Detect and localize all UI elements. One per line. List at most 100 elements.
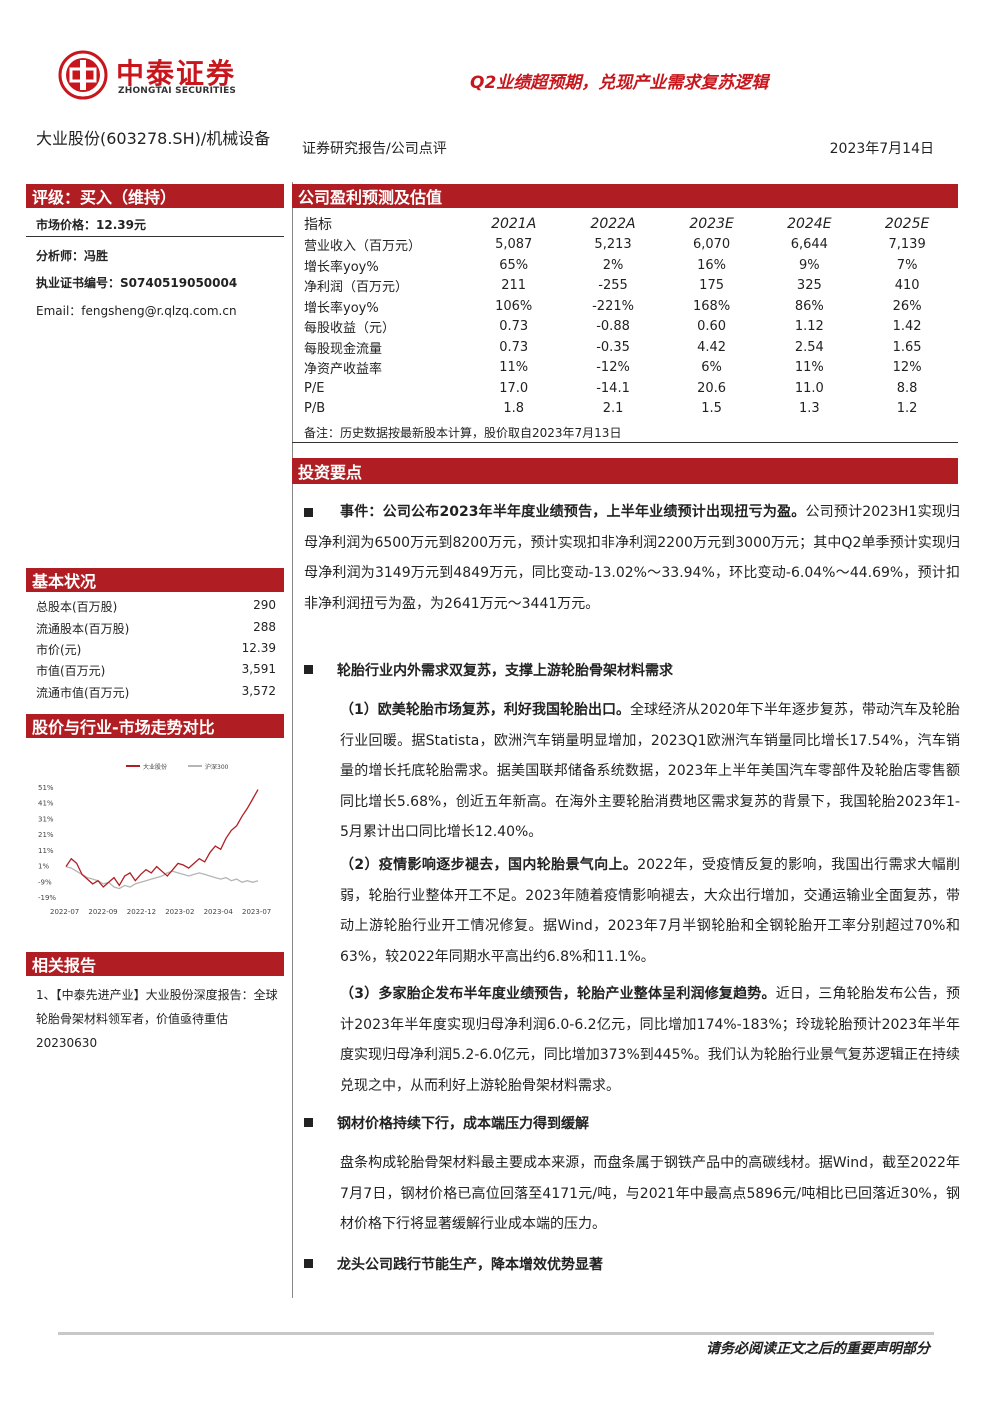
table-cell: 5,213	[594, 237, 632, 253]
paragraph-lead: （1）欧美轮胎市场复苏，利好我国轮胎出口。	[340, 702, 631, 718]
logo-mark-icon	[58, 50, 108, 100]
legend-label: 沪深300	[205, 763, 229, 771]
table-header-cell: 2024E	[787, 216, 832, 233]
section-heading: 龙头公司践行节能生产，降本增效优势显著	[304, 1254, 603, 1274]
table-header-cell: 2022A	[590, 216, 636, 233]
table-cell: 1.5	[701, 401, 722, 417]
analyst-name: 分析师：冯胜	[36, 249, 109, 263]
table-cell: 211	[501, 278, 527, 294]
basic-row: 市价(元) 12.39	[36, 641, 276, 658]
forecast-title: 公司盈利预测及估值	[298, 188, 443, 207]
table-row: 增长率yoy% 106% -221% 168% 86% 26%	[304, 296, 956, 317]
table-cell: 2.1	[602, 401, 624, 417]
x-tick-label: 2022-09	[88, 908, 117, 916]
basic-header: 基本状况	[26, 568, 284, 592]
bullet-square-icon	[304, 1118, 313, 1127]
table-cell: 1.12	[794, 319, 824, 335]
price-chart-title: 股价与行业-市场走势对比	[32, 718, 215, 737]
market-price: 市场价格：12.39元	[36, 218, 146, 232]
table-cell: 0.73	[499, 339, 529, 355]
table-row: 增长率yoy% 65% 2% 16% 9% 7%	[304, 255, 956, 276]
table-cell: 6,644	[790, 237, 828, 253]
bullet-square-icon	[304, 508, 313, 517]
table-cell: 168%	[693, 298, 731, 314]
section-heading: 轮胎行业内外需求双复苏，支撑上游轮胎骨架材料需求	[304, 660, 673, 680]
table-body: 营业收入（百万元） 5,087 5,213 6,070 6,644 7,139 增长率yoy…	[304, 235, 956, 420]
related-report-item[interactable]: 1、【中泰先进产业】大业股份深度报告：全球轮胎骨架材料领军者，价值亟待重估 20…	[36, 983, 280, 1055]
paragraph-lead: （2）疫情影响逐步褪去，国内轮胎景气向上。	[340, 857, 638, 873]
related-title: 相关报告	[32, 956, 97, 975]
table-row: P/E 17.0 -14.1 20.6 11.0 8.8	[304, 378, 956, 399]
basic-label: 流通市值(百万元)	[36, 686, 130, 700]
basic-label: 流通股本(百万股)	[36, 622, 130, 636]
footer-divider	[58, 1332, 934, 1335]
table-cell: 0.73	[499, 319, 529, 335]
price-chart: 大业股份 沪深300 51% 41% 31% 21% 11% 1% -9% -19% 2022-07…	[38, 763, 271, 916]
basic-label: 市值(百万元)	[36, 664, 106, 678]
table-header-cell: 指标	[304, 217, 332, 234]
table-note: 备注：历史数据按最新股本计算，股价取自2023年7月13日	[304, 426, 622, 440]
row-label: P/E	[304, 380, 325, 396]
paragraph-lead: （3）多家胎企发布半年度业绩预告，轮胎产业整体呈利润修复趋势。	[340, 986, 776, 1002]
table-cell: 4.42	[697, 339, 727, 355]
analyst-email: Email：fengsheng@r.qlzq.com.cn	[36, 304, 237, 318]
report-type: 证券研究报告/公司点评	[302, 141, 447, 157]
body-paragraph: （2）疫情影响逐步褪去，国内轮胎景气向上。2022年，受疫情反复的影响，我国出行…	[340, 850, 960, 972]
divider	[292, 442, 958, 443]
series-line	[65, 789, 259, 888]
table-row: 每股收益（元） 0.73 -0.88 0.60 1.12 1.42	[304, 317, 956, 338]
table-cell: 410	[894, 278, 920, 294]
forecast-table: 指标 2021A 2022A 2023E 2024E 2025E 营业收入（百万…	[304, 214, 956, 419]
table-cell: 11.0	[794, 380, 824, 396]
table-cell: -0.88	[596, 319, 630, 335]
paragraph-text: 全球经济从2020年下半年逐步复苏，带动汽车及轮胎行业回暖。据Statista，…	[340, 702, 960, 840]
table-header-cell: 2021A	[491, 216, 537, 233]
basic-row: 市值(百万元) 3,591	[36, 662, 276, 679]
table-cell: 6%	[701, 360, 722, 376]
table-cell: 6,070	[692, 237, 731, 253]
table-row: 净利润（百万元） 211 -255 175 325 410	[304, 276, 956, 297]
event-text: 公司预计2023H1实现归母净利润为6500万元到8200万元，预计实现扣非净利…	[304, 504, 960, 612]
table-header-cell: 2025E	[884, 216, 930, 233]
row-label: 每股现金流量	[304, 341, 383, 357]
basic-value: 12.39	[241, 641, 276, 655]
table-row: 营业收入（百万元） 5,087 5,213 6,070 6,644 7,139	[304, 235, 956, 256]
row-label: 增长率yoy%	[304, 300, 379, 316]
row-label: 增长率yoy%	[304, 259, 379, 275]
x-tick-label: 2023-02	[165, 908, 194, 916]
analyst-license: 执业证书编号：S0740519050004	[36, 276, 238, 290]
table-cell: 5,087	[495, 237, 533, 253]
x-tick-label: 2023-07	[242, 908, 271, 916]
y-tick-label: -19%	[38, 894, 56, 902]
legend-label: 大业股份	[143, 763, 167, 771]
basic-row: 总股本(百万股) 290	[36, 598, 276, 615]
footer-disclaimer: 请务必阅读正文之后的重要声明部分	[706, 1341, 930, 1357]
y-tick-label: 1%	[38, 863, 49, 871]
table-cell: -221%	[592, 298, 634, 314]
table-cell: 65%	[499, 257, 529, 273]
table-cell: 86%	[794, 298, 824, 314]
bullet-square-icon	[304, 665, 313, 674]
row-label: 每股收益（元）	[304, 321, 396, 337]
x-tick-label: 2022-12	[127, 908, 156, 916]
table-cell: 26%	[892, 298, 922, 314]
table-cell: 1.2	[896, 401, 918, 417]
company-logo: 中泰证券 ZHONGTAI SECURITIES	[58, 50, 258, 100]
basic-label: 市价(元)	[36, 643, 82, 657]
paragraph-text: 近日，三角轮胎发布公告，预计2023年半年度实现归母净利润6.0-6.2亿元，同…	[340, 986, 960, 1094]
basic-value: 3,572	[241, 684, 276, 698]
table-cell: 20.6	[697, 380, 727, 396]
x-tick-label: 2023-04	[204, 908, 234, 916]
basic-label: 总股本(百万股)	[36, 600, 118, 614]
paragraph-text: 2022年，受疫情反复的影响，我国出行需求大幅削弱，轮胎行业整体开工不足。202…	[340, 857, 960, 965]
forecast-header: 公司盈利预测及估值	[292, 184, 958, 208]
section-heading-text: 轮胎行业内外需求双复苏，支撑上游轮胎骨架材料需求	[337, 663, 673, 679]
table-row: P/B 1.8 2.1 1.5 1.3 1.2	[304, 399, 956, 420]
table-cell: -14.1	[596, 380, 630, 396]
table-cell: 7,139	[888, 237, 926, 253]
paragraph-text: 盘条构成轮胎骨架材料最主要成本来源，而盘条属于钢铁产品中的高碳线材。据Wind，…	[340, 1155, 960, 1232]
table-cell: 1.42	[892, 319, 922, 335]
basic-row: 流通股本(百万股) 288	[36, 620, 276, 637]
body-paragraph: 盘条构成轮胎骨架材料最主要成本来源，而盘条属于钢铁产品中的高碳线材。据Wind，…	[340, 1148, 960, 1240]
table-cell: -0.35	[596, 339, 630, 355]
